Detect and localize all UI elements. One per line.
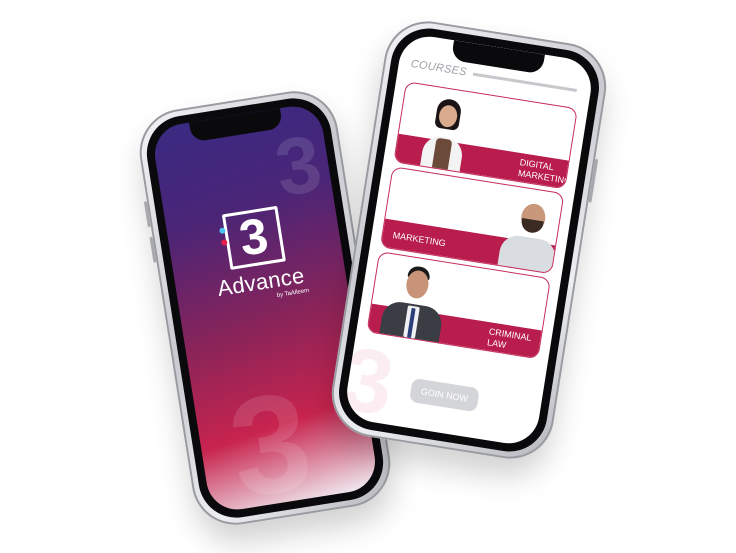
courses-heading: COURSES (409, 57, 468, 79)
logo-dot-blue (218, 227, 226, 235)
logo-dot-red (220, 239, 228, 246)
phone-notch (189, 108, 284, 143)
instructor-photo-male-bearded (497, 192, 564, 274)
phone-courses: 3 COURSES DIGITAL MARKETING MARKETING CR… (325, 15, 613, 465)
mockup-stage: 3 3 3 Advance by TaAlleem 3 COURSES DIGI… (0, 0, 736, 553)
join-now-button[interactable]: GOIN NOW (408, 377, 480, 413)
courses-screen: 3 COURSES DIGITAL MARKETING MARKETING CR… (342, 32, 596, 448)
watermark-digit-top: 3 (269, 118, 328, 213)
brand-logo-digit: 3 (235, 207, 272, 267)
volume-up-button (143, 201, 151, 228)
instructor-photo-male-suit (379, 258, 450, 343)
watermark-digit-bottom: 3 (219, 360, 322, 514)
phone-bezel: 3 COURSES DIGITAL MARKETING MARKETING CR… (333, 23, 605, 457)
brand-logo-icon: 3 (218, 205, 286, 270)
watermark-digit: 3 (342, 328, 401, 436)
header-divider (472, 72, 578, 92)
volume-down-button (149, 236, 157, 263)
power-button (588, 158, 599, 203)
